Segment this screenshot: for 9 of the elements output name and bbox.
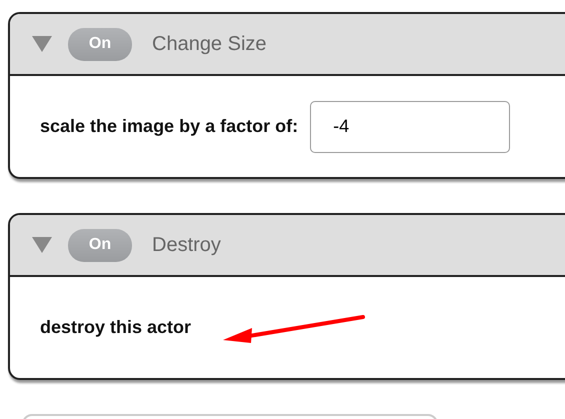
behavior-title: Destroy — [152, 234, 221, 256]
on-toggle[interactable]: On — [68, 228, 132, 262]
behavior-title: Change Size — [152, 32, 267, 56]
on-toggle[interactable]: On — [68, 28, 132, 60]
behavior-label: destroy this actor — [40, 317, 192, 338]
behavior-label: scale the image by a factor of: — [40, 116, 298, 137]
collapse-triangle-icon[interactable] — [32, 36, 52, 52]
collapse-triangle-icon[interactable] — [32, 237, 52, 253]
input-field[interactable]: -4 — [310, 100, 510, 152]
